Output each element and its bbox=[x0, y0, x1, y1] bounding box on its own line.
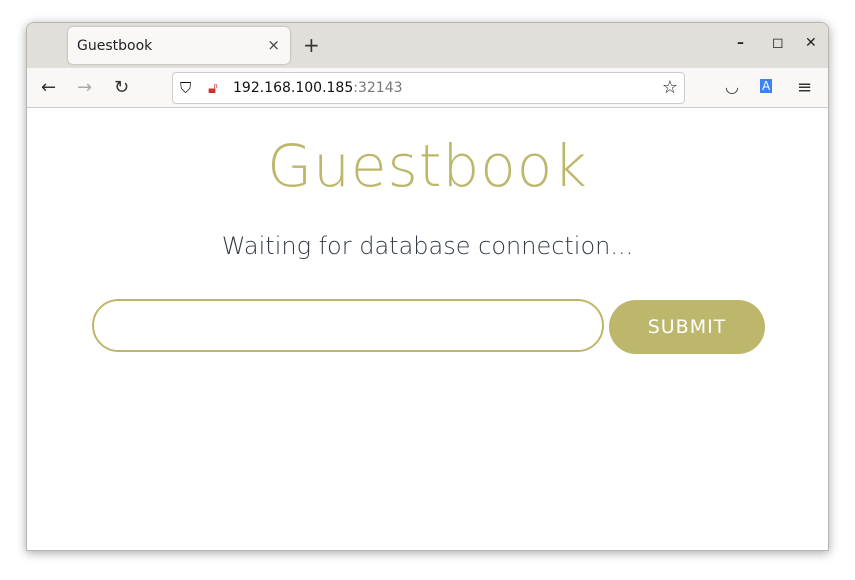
page-content: Guestbook Waiting for database connectio… bbox=[27, 132, 828, 354]
reload-button[interactable]: ↻ bbox=[114, 77, 129, 98]
nav-bar: ← → ↻ ⛉ 🔓︎ 192.168.100.185:32143 ☆ ◡ A ≡ bbox=[27, 68, 828, 108]
pocket-icon[interactable]: ◡ bbox=[725, 77, 739, 96]
page-title: Guestbook bbox=[267, 132, 588, 200]
menu-icon[interactable]: ≡ bbox=[797, 77, 812, 98]
url-host: 192.168.100.185 bbox=[233, 80, 354, 96]
submit-button[interactable]: SUBMIT bbox=[609, 300, 765, 354]
minimize-button[interactable]: – bbox=[737, 35, 744, 51]
forward-button[interactable]: → bbox=[77, 77, 92, 98]
close-tab-icon[interactable]: × bbox=[267, 36, 280, 54]
new-tab-button[interactable]: + bbox=[303, 33, 320, 57]
url-bar[interactable]: ⛉ 🔓︎ 192.168.100.185:32143 ☆ bbox=[172, 72, 685, 104]
bookmark-star-icon[interactable]: ☆ bbox=[662, 77, 678, 98]
browser-window: Guestbook × + – ◻ ✕ ← → ↻ ⛉ 🔓︎ 192.168.10… bbox=[26, 22, 829, 551]
close-window-button[interactable]: ✕ bbox=[805, 35, 817, 51]
message-input[interactable] bbox=[92, 299, 604, 352]
shield-icon[interactable]: ⛉ bbox=[180, 79, 191, 97]
url-port: :32143 bbox=[353, 80, 403, 96]
insecure-lock-icon[interactable]: 🔓︎ bbox=[208, 79, 218, 97]
title-bar: Guestbook × + – ◻ ✕ bbox=[27, 23, 828, 68]
back-button[interactable]: ← bbox=[41, 77, 56, 98]
status-message: Waiting for database connection... bbox=[221, 232, 634, 260]
translate-icon[interactable]: A bbox=[760, 79, 773, 93]
tab-guestbook[interactable]: Guestbook × bbox=[68, 27, 290, 64]
tab-title: Guestbook bbox=[77, 38, 153, 54]
maximize-button[interactable]: ◻ bbox=[772, 35, 784, 51]
